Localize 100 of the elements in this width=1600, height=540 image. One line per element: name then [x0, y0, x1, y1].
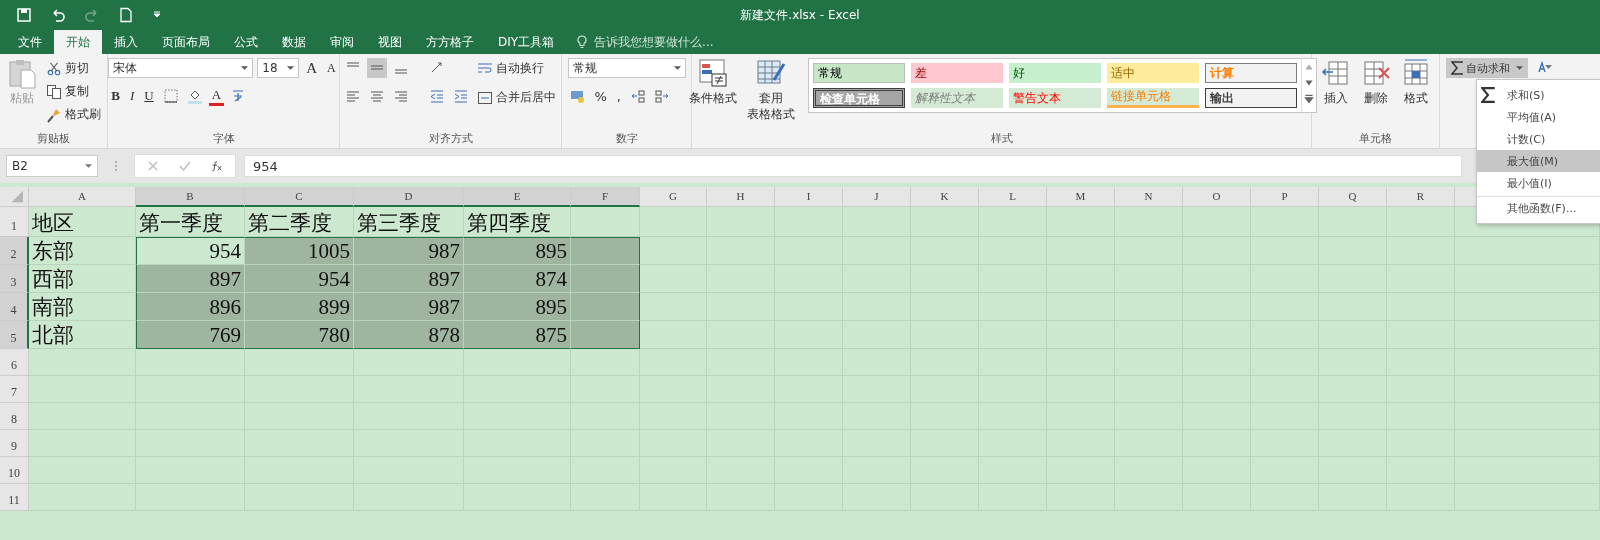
table-cell[interactable]: 895 [464, 237, 571, 265]
percent-button[interactable]: % [591, 86, 610, 106]
ribbon-tab[interactable]: 页面布局 [150, 30, 222, 54]
row-header[interactable]: 8 [0, 403, 29, 430]
table-cell[interactable]: 878 [354, 321, 464, 349]
column-header[interactable]: P [1251, 187, 1319, 207]
ribbon-tab[interactable]: 插入 [102, 30, 150, 54]
table-cell[interactable]: 780 [245, 321, 354, 349]
format-as-table-button[interactable]: 套用 表格格式 [744, 58, 798, 122]
wrap-text-button[interactable]: 自动换行 [475, 58, 558, 79]
cell-style-item[interactable]: 输出 [1205, 88, 1297, 108]
autosum-button[interactable]: 自动求和 [1446, 58, 1528, 78]
column-header[interactable]: Q [1319, 187, 1387, 207]
column-header[interactable]: L [979, 187, 1047, 207]
row-header[interactable]: 1 [0, 207, 29, 237]
table-cell[interactable]: 987 [354, 293, 464, 321]
number-format-dropdown[interactable]: 常规 [567, 58, 686, 78]
cell-style-item[interactable]: 差 [911, 63, 1003, 83]
column-header[interactable]: N [1115, 187, 1183, 207]
column-header[interactable]: H [707, 187, 775, 207]
cancel-icon[interactable] [147, 160, 159, 172]
table-cell[interactable] [571, 321, 640, 349]
select-all-icon[interactable] [0, 187, 29, 207]
row-header[interactable]: 4 [0, 293, 29, 321]
font-color-button[interactable]: A [208, 86, 225, 106]
table-cell[interactable]: 954 [245, 265, 354, 293]
table-cell[interactable]: 896 [136, 293, 245, 321]
save-icon[interactable] [16, 7, 32, 23]
table-cell[interactable] [571, 293, 640, 321]
table-cell[interactable]: 1005 [245, 237, 354, 265]
menu-item[interactable]: 其他函数(F)... [1477, 196, 1600, 219]
delete-button[interactable]: 删除 [1357, 58, 1394, 106]
new-document-icon[interactable] [118, 7, 134, 23]
checkmark-icon[interactable] [179, 160, 191, 172]
table-cell[interactable]: 地区 [29, 207, 136, 237]
table-cell[interactable]: 987 [354, 237, 464, 265]
grow-font-button[interactable]: A [303, 58, 321, 78]
font-size-dropdown[interactable]: 18 [257, 58, 300, 78]
conditional-formatting-button[interactable]: 条件格式 [686, 58, 740, 106]
column-header[interactable]: C [245, 187, 354, 207]
italic-button[interactable]: I [126, 86, 138, 106]
column-header[interactable]: D [354, 187, 464, 207]
column-header[interactable]: A [29, 187, 136, 207]
cut-button[interactable]: 剪切 [44, 58, 103, 79]
format-button[interactable]: 格式 [1397, 58, 1434, 106]
insert-button[interactable]: 插入 [1317, 58, 1354, 106]
ribbon-tab[interactable]: 文件 [6, 30, 54, 54]
table-cell[interactable]: 897 [136, 265, 245, 293]
column-header[interactable]: F [571, 187, 640, 207]
bold-button[interactable]: B [108, 86, 123, 106]
table-cell[interactable]: 874 [464, 265, 571, 293]
customize-caret-icon[interactable] [152, 10, 162, 20]
insert-function-icon[interactable] [211, 160, 223, 172]
row-header[interactable]: 6 [0, 349, 29, 376]
ribbon-tab[interactable]: 数据 [270, 30, 318, 54]
shrink-font-button[interactable]: A [324, 58, 339, 78]
format-painter-button[interactable]: 格式刷 [44, 104, 103, 125]
formula-input[interactable]: 954 [244, 155, 1462, 177]
cell-style-item[interactable]: 适中 [1107, 63, 1199, 83]
ribbon-tab[interactable]: DIY工具箱 [486, 30, 567, 54]
row-header[interactable]: 2 [0, 237, 29, 265]
menu-item[interactable]: 计数(C) [1477, 128, 1600, 150]
ribbon-tab[interactable]: 方方格子 [414, 30, 486, 54]
ribbon-tab[interactable]: 审阅 [318, 30, 366, 54]
column-header[interactable]: R [1387, 187, 1455, 207]
middle-align-icon[interactable] [367, 58, 387, 78]
ribbon-tab[interactable]: 公式 [222, 30, 270, 54]
underline-button[interactable]: U [141, 86, 157, 106]
table-cell[interactable]: 769 [136, 321, 245, 349]
cell-style-item[interactable]: 常规 [813, 63, 905, 83]
row-header[interactable]: 9 [0, 430, 29, 457]
column-header[interactable]: B [136, 187, 245, 207]
ribbon-tab[interactable]: 开始 [54, 30, 102, 54]
table-cell[interactable]: 899 [245, 293, 354, 321]
column-header[interactable]: E [464, 187, 571, 207]
column-header[interactable]: I [775, 187, 843, 207]
copy-button[interactable]: 复制 [44, 81, 103, 102]
table-cell[interactable]: 897 [354, 265, 464, 293]
row-header[interactable]: 10 [0, 457, 29, 484]
row-header[interactable]: 7 [0, 376, 29, 403]
column-header[interactable]: J [843, 187, 911, 207]
menu-item[interactable]: 最大值(M) [1477, 150, 1600, 172]
menu-item[interactable]: 最小值(I) [1477, 172, 1600, 194]
column-header[interactable]: G [640, 187, 707, 207]
ribbon-tab[interactable]: 视图 [366, 30, 414, 54]
table-cell[interactable]: 954 [136, 237, 245, 265]
tell-me-search-field[interactable]: 告诉我您想要做什么... [592, 34, 767, 50]
merge-center-button[interactable]: 合并后居中 [475, 87, 558, 108]
column-header[interactable]: M [1047, 187, 1115, 207]
comma-button[interactable]: , [613, 86, 624, 106]
menu-item[interactable]: 求和(S) [1477, 84, 1600, 106]
cell-style-item[interactable]: 好 [1009, 63, 1101, 83]
row-header[interactable]: 11 [0, 484, 29, 511]
table-cell[interactable] [571, 265, 640, 293]
row-header[interactable]: 3 [0, 265, 29, 293]
table-cell[interactable]: 875 [464, 321, 571, 349]
column-header[interactable]: O [1183, 187, 1251, 207]
font-family-dropdown[interactable]: 宋体 [108, 58, 254, 78]
column-header[interactable]: K [911, 187, 979, 207]
table-cell[interactable] [571, 237, 640, 265]
